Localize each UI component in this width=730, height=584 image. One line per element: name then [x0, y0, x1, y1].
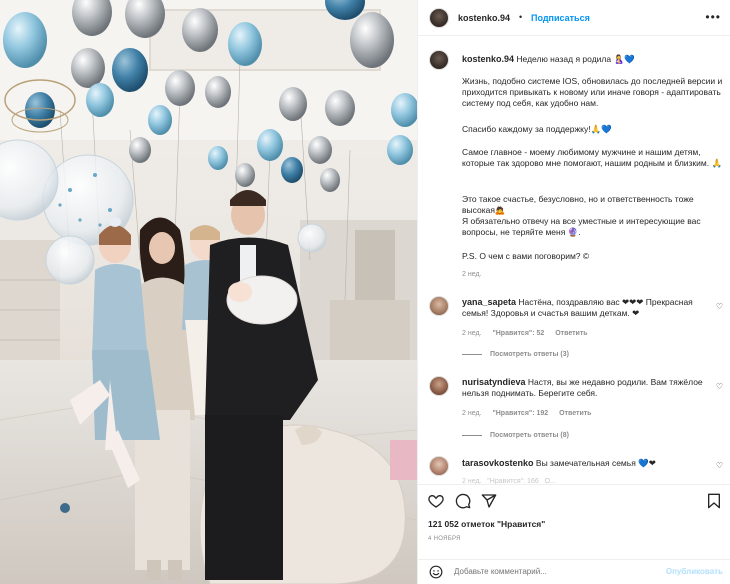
comment-likes[interactable]: "Нравится": 192	[492, 410, 548, 417]
comment-like-heart-icon[interactable]: ♡	[716, 382, 723, 391]
caption-paragraph-4a: Это такое счастье, безусловно, но и отве…	[462, 194, 694, 215]
caption-username[interactable]: kostenko.94	[462, 54, 514, 64]
comment-text: Вы замечательная семья 💙❤	[535, 458, 656, 468]
comment-meta: 2 нед. "Нравится": 52 Ответить	[462, 330, 597, 337]
family-photo-illustration	[0, 0, 417, 584]
author-username[interactable]: kostenko.94	[458, 13, 510, 23]
comment-icon[interactable]	[455, 493, 471, 511]
commenter-username[interactable]: yana_sapeta	[462, 297, 516, 307]
caption-avatar[interactable]	[429, 50, 449, 70]
caption-paragraph-5: P.S. О чем с вами поговорим? ©	[462, 251, 590, 261]
avatar[interactable]	[429, 8, 449, 28]
paper-plane-icon[interactable]	[481, 493, 497, 511]
post-sidebar: kostenko.94 • Подписаться ••• kostenko.9…	[417, 0, 730, 584]
commenter-avatar[interactable]	[429, 296, 449, 316]
post-header: kostenko.94 • Подписаться •••	[418, 0, 730, 36]
comment-like-heart-icon[interactable]: ♡	[716, 461, 723, 470]
reply-button[interactable]: Ответить	[555, 330, 587, 337]
view-replies-link[interactable]: Посмотреть ответы (8)	[462, 432, 569, 439]
comment-likes[interactable]: "Нравится": 52	[492, 330, 544, 337]
post-date[interactable]: 4 НОЯБРЯ	[428, 536, 461, 542]
caption-paragraph-1: Жизнь, подобно системе IOS, обновилась д…	[462, 76, 723, 108]
follow-button[interactable]: Подписаться	[531, 13, 590, 23]
caption-paragraph-3: Самое главное - моему любимому мужчине и…	[462, 147, 723, 168]
commenter-avatar[interactable]	[429, 456, 449, 476]
reply-button[interactable]: Ответить	[559, 410, 591, 417]
caption-timestamp[interactable]: 2 нед.	[462, 271, 481, 278]
bookmark-icon[interactable]	[707, 493, 721, 511]
caption-paragraph-4b: Я обязательно отвечу на все уместные и и…	[462, 216, 701, 237]
instagram-post-modal: kostenko.94 • Подписаться ••• kostenko.9…	[0, 0, 730, 584]
view-replies-link[interactable]: Посмотреть ответы (3)	[462, 351, 569, 358]
post-actions-bar	[418, 484, 730, 518]
publish-button[interactable]: Опубликовать	[666, 567, 723, 576]
view-replies-label: Посмотреть ответы (3)	[490, 351, 569, 358]
comment-meta: 2 нед. "Нравится": 192 Ответить	[462, 410, 601, 417]
comment-like-heart-icon[interactable]: ♡	[716, 302, 723, 311]
likes-count[interactable]: 121 052 отметок "Нравится"	[428, 519, 545, 529]
more-options-icon[interactable]: •••	[705, 10, 721, 24]
caption-line1: Неделю назад я родила 🤱💙	[516, 54, 635, 64]
commenter-username[interactable]: tarasovkostenko	[462, 458, 534, 468]
view-replies-label: Посмотреть ответы (8)	[490, 432, 569, 439]
add-comment-bar: Опубликовать	[418, 559, 730, 584]
comment-input[interactable]	[454, 567, 654, 576]
replies-divider	[462, 353, 482, 355]
commenter-username[interactable]: nurisatyndieva	[462, 377, 526, 387]
comment-time[interactable]: 2 нед.	[462, 330, 481, 337]
heart-icon[interactable]	[428, 493, 444, 511]
post-photo[interactable]	[0, 0, 417, 584]
replies-divider	[462, 434, 482, 436]
smiley-icon[interactable]	[429, 565, 443, 581]
commenter-avatar[interactable]	[429, 376, 449, 396]
caption-paragraph-2: Спасибо каждому за поддержку!🙏💙	[462, 124, 612, 134]
comment-time[interactable]: 2 нед.	[462, 410, 481, 417]
separator-dot: •	[519, 12, 523, 22]
